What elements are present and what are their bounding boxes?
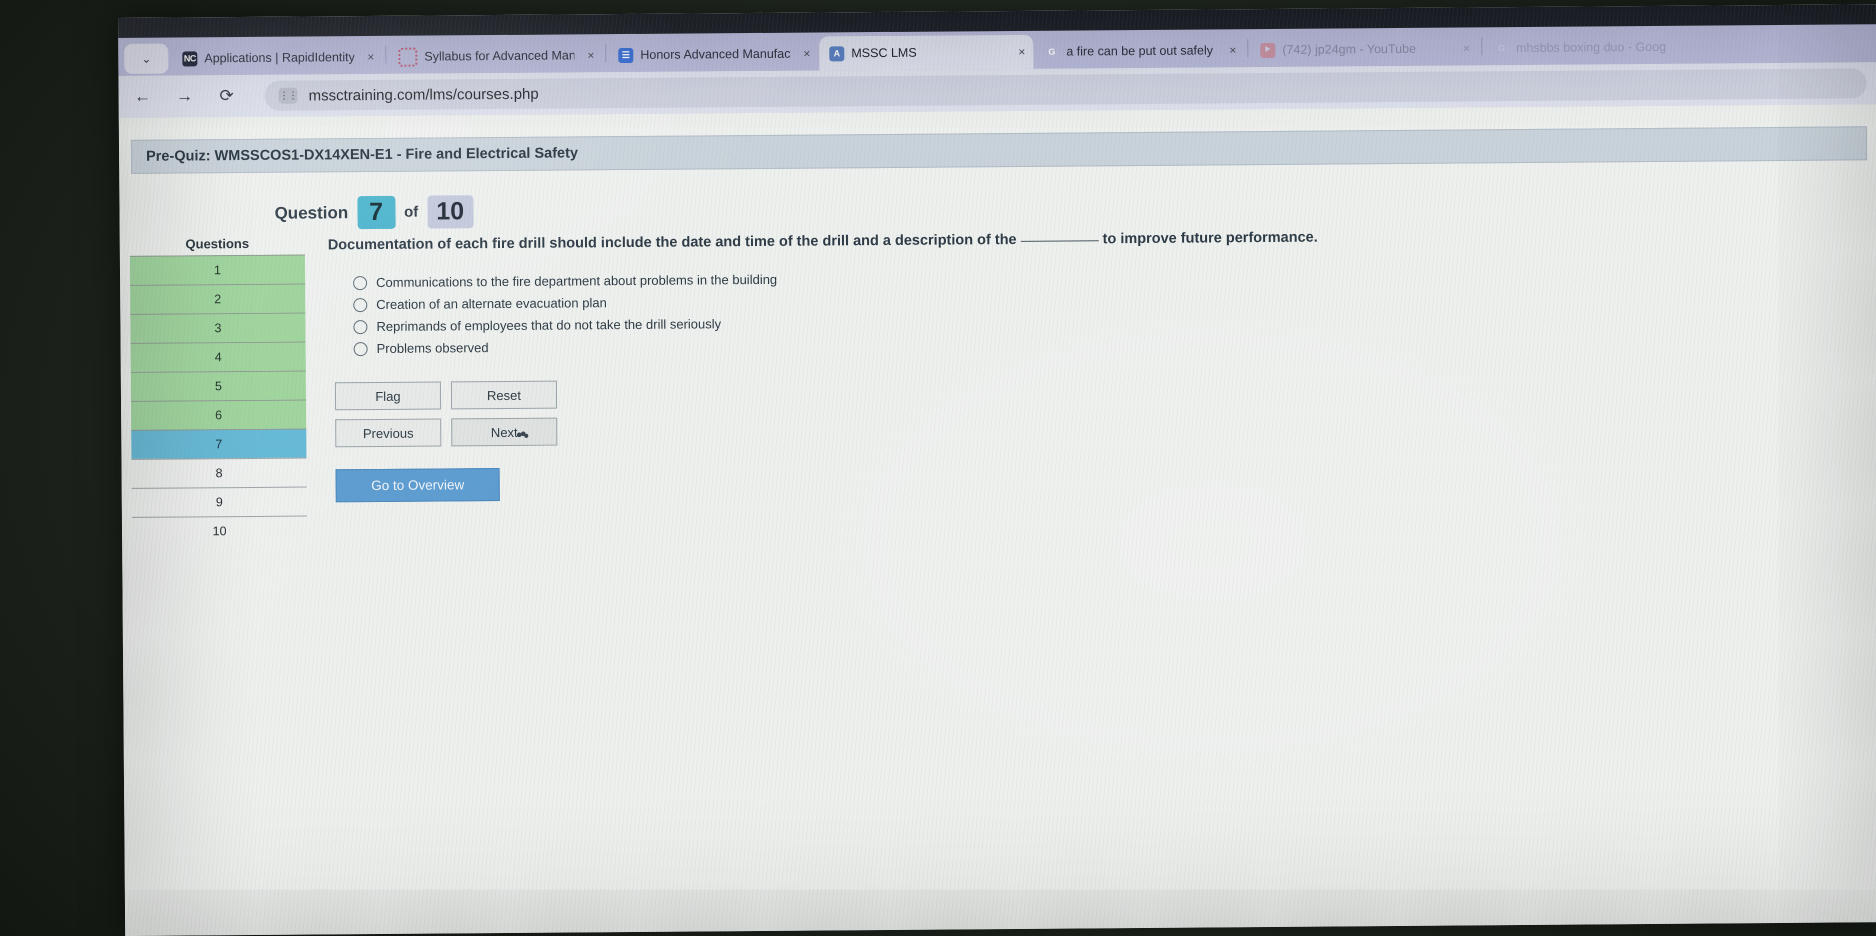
close-icon[interactable]: × <box>367 50 374 64</box>
quiz-title-bar: Pre-Quiz: WMSSCOS1-DX14XEN-E1 - Fire and… <box>130 126 1868 174</box>
address-bar[interactable]: ⋮⋮ mssctraining.com/lms/courses.php <box>264 68 1867 111</box>
quiz-action-row-2: Previous Next <box>335 407 1876 448</box>
rapididentity-icon: NC <box>182 50 198 66</box>
document-icon: ☰ <box>618 47 634 63</box>
tab-divider <box>1480 37 1483 56</box>
browser-tab-honors[interactable]: ☰ Honors Advanced Manufactur × <box>608 37 818 73</box>
google-icon: G <box>1497 43 1506 54</box>
loading-spinner-icon <box>398 47 418 67</box>
tab-search-chevron-icon[interactable]: ⌄ <box>124 43 169 74</box>
next-button-label: Next <box>490 424 518 440</box>
answer-option-label: Reprimands of employees that do not take… <box>376 316 722 334</box>
question-nav-item-7[interactable]: 7 <box>131 428 307 459</box>
tab-divider <box>605 44 607 63</box>
tab-title: (742) jp24gm - YouTube <box>1282 41 1417 57</box>
browser-tab-youtube[interactable]: (742) jp24gm - YouTube × <box>1250 31 1478 67</box>
question-nav-item-5[interactable]: 5 <box>130 370 307 401</box>
question-nav-label: 6 <box>215 408 223 423</box>
answer-option-label: Communications to the fire department ab… <box>376 271 778 290</box>
browser-tab-boxing-search[interactable]: G mhsbbs boxing duo - Goog <box>1484 30 1674 65</box>
monitor-screen: ⌄ NC Applications | RapidIdentity × Syll… <box>118 4 1876 936</box>
next-button[interactable]: Next <box>451 417 558 447</box>
tab-title: a fire can be put out safely usi <box>1066 43 1217 59</box>
question-nav-item-10[interactable]: 10 <box>131 515 308 546</box>
browser-tab-rapididentity[interactable]: NC Applications | RapidIdentity × <box>172 40 382 76</box>
current-question-badge: 7 <box>357 195 396 230</box>
radio-button-icon[interactable] <box>353 341 368 356</box>
question-nav-item-8[interactable]: 8 <box>131 457 307 488</box>
question-nav-item-4[interactable]: 4 <box>130 341 306 372</box>
question-nav-label: 4 <box>214 350 222 365</box>
close-icon[interactable]: × <box>1018 45 1025 59</box>
question-nav-label: 2 <box>214 292 222 307</box>
answer-option-4[interactable]: Problems observed <box>353 329 1876 356</box>
question-nav-label: 9 <box>215 495 223 510</box>
question-nav-item-2[interactable]: 2 <box>130 283 306 314</box>
browser-tab-fire-search[interactable]: G a fire can be put out safely usi × <box>1034 33 1244 69</box>
question-nav-label: 3 <box>214 321 222 336</box>
question-nav-item-1[interactable]: 1 <box>129 254 306 285</box>
question-nav-label: 7 <box>215 437 223 452</box>
tune-icon[interactable]: ⋮⋮ <box>278 87 298 104</box>
tab-title: Syllabus for Advanced Manufa <box>424 48 575 64</box>
question-nav-label: 5 <box>214 379 222 394</box>
page-content: Pre-Quiz: WMSSCOS1-DX14XEN-E1 - Fire and… <box>118 104 1876 936</box>
radio-button-icon[interactable] <box>353 275 368 290</box>
youtube-icon <box>1260 42 1276 58</box>
of-label: of <box>404 203 419 221</box>
previous-button[interactable]: Previous <box>335 418 442 448</box>
question-nav-label: 8 <box>215 466 223 481</box>
radio-button-icon[interactable] <box>353 297 368 312</box>
question-navigator-title: Questions <box>185 235 250 252</box>
tab-divider <box>385 45 387 64</box>
question-text: Documentation of each fire drill should … <box>327 225 1876 254</box>
photo-background: ⌄ NC Applications | RapidIdentity × Syll… <box>0 0 1876 936</box>
close-icon[interactable]: × <box>1229 43 1236 57</box>
close-icon[interactable]: × <box>1463 41 1470 55</box>
back-icon[interactable]: ← <box>133 87 153 107</box>
question-word-label: Question <box>274 202 349 223</box>
tab-title: Honors Advanced Manufactur <box>640 46 791 62</box>
question-nav-label: 10 <box>212 524 227 539</box>
question-nav-item-6[interactable]: 6 <box>131 399 307 430</box>
browser-tab-syllabus[interactable]: Syllabus for Advanced Manufa × <box>388 38 602 74</box>
question-nav-item-9[interactable]: 9 <box>131 486 307 517</box>
close-icon[interactable]: × <box>587 48 594 62</box>
reset-button[interactable]: Reset <box>450 380 558 410</box>
flag-button[interactable]: Flag <box>334 381 442 411</box>
go-to-overview-button[interactable]: Go to Overview <box>335 468 500 503</box>
question-navigator: Questions 1 2 3 4 5 6 7 8 9 10 <box>120 235 308 546</box>
question-panel: Documentation of each fire drill should … <box>305 223 1876 544</box>
question-nav-item-3[interactable]: 3 <box>130 312 306 343</box>
address-bar-url: mssctraining.com/lms/courses.php <box>308 85 539 105</box>
answer-blank <box>1020 240 1099 242</box>
radio-button-icon[interactable] <box>353 319 368 334</box>
question-text-after: to improve future performance. <box>1102 229 1318 248</box>
question-counter: Question 7 of 10 <box>274 184 1876 230</box>
question-text-before: Documentation of each fire drill should … <box>327 231 1017 254</box>
quiz-body: Questions 1 2 3 4 5 6 7 8 9 10 Documenta… <box>120 223 1876 546</box>
page-title: Pre-Quiz: WMSSCOS1-DX14XEN-E1 - Fire and… <box>146 145 579 165</box>
tab-divider <box>1247 39 1249 58</box>
question-nav-label: 1 <box>213 263 222 278</box>
answer-option-label: Problems observed <box>376 340 489 356</box>
answer-option-label: Creation of an alternate evacuation plan <box>376 295 607 312</box>
reload-icon[interactable]: ⟳ <box>217 86 237 106</box>
total-questions-badge: 10 <box>427 195 474 229</box>
tab-title: Applications | RapidIdentity <box>204 50 355 66</box>
forward-icon[interactable]: → <box>175 86 195 106</box>
browser-tab-mssc-lms[interactable]: A MSSC LMS × <box>819 34 1034 71</box>
mssc-icon: A <box>829 45 845 61</box>
close-icon[interactable]: × <box>803 47 810 61</box>
tab-title: MSSC LMS <box>851 45 917 61</box>
quiz-action-row-1: Flag Reset <box>334 370 1876 411</box>
google-icon: G <box>1048 46 1056 57</box>
tab-title: mhsbbs boxing duo - Goog <box>1515 39 1667 56</box>
